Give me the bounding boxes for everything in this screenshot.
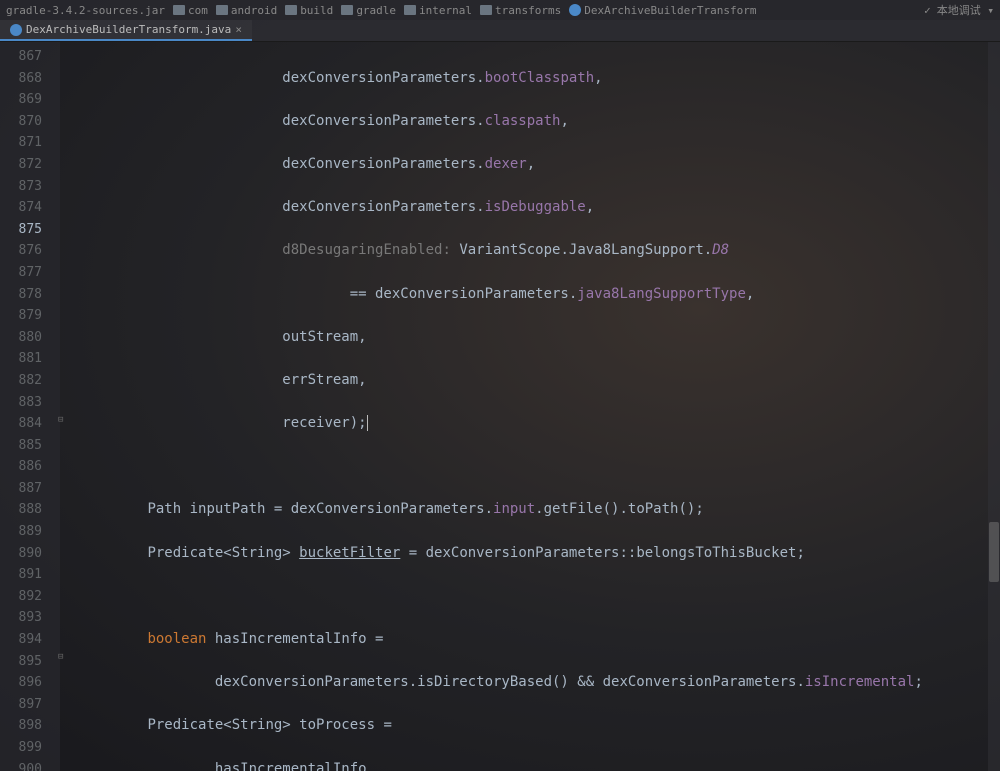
folder-icon [341, 5, 353, 15]
java-icon [569, 4, 581, 16]
folder-icon [216, 5, 228, 15]
folder-icon [480, 5, 492, 15]
folder-icon [285, 5, 297, 15]
breadcrumb-com[interactable]: com [173, 4, 208, 17]
vertical-scrollbar[interactable] [988, 42, 1000, 771]
breadcrumb-android[interactable]: android [216, 4, 277, 17]
run-config[interactable]: ✓本地调试 ▾ [924, 2, 994, 18]
folder-icon [173, 5, 185, 15]
scroll-thumb[interactable] [989, 522, 999, 582]
code-editor[interactable]: 867 868 869 870 871 872 873 874 875 876 … [0, 42, 1000, 771]
breadcrumb-transforms[interactable]: transforms [480, 4, 561, 17]
line-gutter: 867 868 869 870 871 872 873 874 875 876 … [0, 42, 60, 771]
breadcrumb-build[interactable]: build [285, 4, 333, 17]
folder-icon [404, 5, 416, 15]
code-area[interactable]: dexConversionParameters.bootClasspath, d… [60, 42, 1000, 771]
breadcrumb-bar: gradle-3.4.2-sources.jar com android bui… [0, 0, 1000, 20]
breadcrumb-gradle[interactable]: gradle [341, 4, 396, 17]
tab-bar: DexArchiveBuilderTransform.java × [0, 20, 1000, 42]
java-icon [10, 24, 22, 36]
breadcrumb-jar[interactable]: gradle-3.4.2-sources.jar [6, 4, 165, 17]
tab-label: DexArchiveBuilderTransform.java [26, 23, 231, 36]
close-icon[interactable]: × [235, 23, 242, 36]
tab-active[interactable]: DexArchiveBuilderTransform.java × [0, 20, 252, 41]
breadcrumb-internal[interactable]: internal [404, 4, 472, 17]
breadcrumb-file[interactable]: DexArchiveBuilderTransform [569, 4, 756, 17]
